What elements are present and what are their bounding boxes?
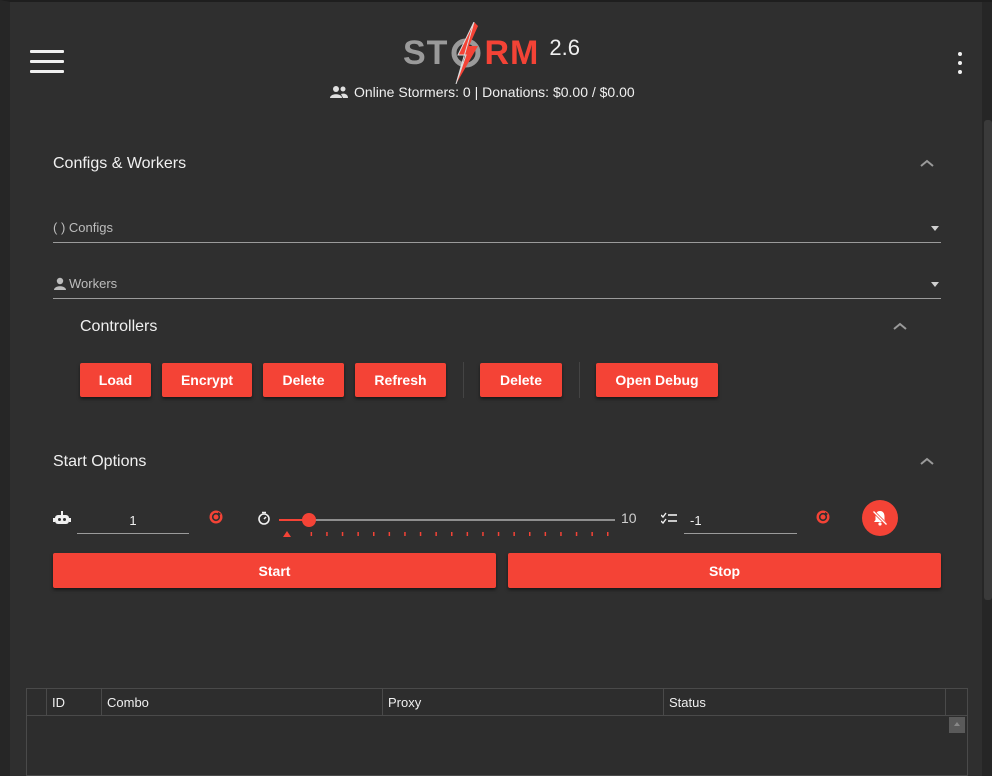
online-status-text: Online Stormers: 0 | Donations: $0.00 / … xyxy=(354,84,635,100)
column-header-status[interactable]: Status xyxy=(664,689,946,715)
chevron-down-icon xyxy=(931,226,939,231)
delay-slider-ticks xyxy=(283,531,609,537)
slider-tick xyxy=(607,532,609,536)
stop-button[interactable]: Stop xyxy=(508,553,941,588)
slider-tick xyxy=(451,532,453,536)
people-icon xyxy=(330,86,348,98)
logo-right-text: RM xyxy=(484,33,540,72)
window-scrollbar-thumb[interactable] xyxy=(984,120,992,600)
storm-logo: ST RM 2.6 xyxy=(403,21,580,85)
version-label: 2.6 xyxy=(549,35,580,60)
results-grid: ID Combo Proxy Status xyxy=(26,688,968,776)
slider-active-tick xyxy=(283,531,291,537)
encrypt-button[interactable]: Encrypt xyxy=(162,363,252,397)
slider-tick xyxy=(513,532,515,536)
load-button[interactable]: Load xyxy=(80,363,151,397)
slider-tick xyxy=(466,532,469,536)
slider-tick xyxy=(482,532,484,536)
timer-icon xyxy=(258,511,270,525)
slider-tick xyxy=(544,532,547,536)
list-icon xyxy=(661,512,677,524)
delay-slider-track[interactable] xyxy=(279,519,615,521)
slider-tick xyxy=(591,532,593,536)
slider-tick xyxy=(357,532,359,536)
chevron-up-icon[interactable] xyxy=(919,158,935,168)
slider-tick xyxy=(373,532,375,536)
column-header-proxy[interactable]: Proxy xyxy=(383,689,664,715)
slider-tick xyxy=(326,532,328,536)
online-status: Online Stormers: 0 | Donations: $0.00 / … xyxy=(330,84,635,100)
slider-tick xyxy=(560,532,562,536)
grid-scroll-up-button[interactable] xyxy=(947,716,967,734)
column-header-combo[interactable]: Combo xyxy=(102,689,383,715)
controllers-title: Controllers xyxy=(80,318,158,335)
delete-worker-button[interactable]: Delete xyxy=(480,363,562,397)
refresh-icon[interactable] xyxy=(816,510,830,524)
slider-max-label: 10 xyxy=(621,510,637,526)
menu-icon[interactable] xyxy=(30,50,64,74)
chevron-up-icon[interactable] xyxy=(892,321,908,331)
configs-label: ( ) Configs xyxy=(53,220,113,235)
robot-icon xyxy=(53,511,71,524)
grid-row-selector-header xyxy=(27,689,47,715)
retries-input[interactable]: -1 xyxy=(684,508,797,534)
slider-tick xyxy=(404,532,406,536)
chevron-up-icon[interactable] xyxy=(919,456,935,466)
logo-left-text: ST xyxy=(403,33,449,72)
bell-off-icon xyxy=(872,510,888,526)
delay-slider-thumb[interactable] xyxy=(302,513,316,527)
bots-value: 1 xyxy=(129,513,137,528)
open-debug-button[interactable]: Open Debug xyxy=(596,363,718,397)
start-options-title: Start Options xyxy=(53,453,147,470)
divider xyxy=(463,362,464,398)
slider-tick xyxy=(341,532,344,536)
workers-select[interactable]: Workers xyxy=(53,269,941,299)
storm-bolt-icon xyxy=(448,21,484,85)
divider xyxy=(579,362,580,398)
slider-tick xyxy=(388,532,391,536)
chevron-down-icon xyxy=(931,282,939,287)
slider-tick xyxy=(529,532,531,536)
refresh-icon[interactable] xyxy=(209,510,223,524)
slider-tick xyxy=(497,532,500,536)
header: ST RM 2.6 Online Stormers: 0 | Donations… xyxy=(10,2,982,112)
notifications-toggle[interactable] xyxy=(862,500,898,536)
more-vert-icon[interactable] xyxy=(956,52,964,74)
configs-select[interactable]: ( ) Configs xyxy=(53,213,941,243)
worker-icon xyxy=(54,277,66,290)
grid-header: ID Combo Proxy Status xyxy=(27,689,967,716)
workers-label: Workers xyxy=(69,276,118,291)
retries-value: -1 xyxy=(690,513,702,528)
slider-tick xyxy=(310,532,313,536)
bots-input[interactable]: 1 xyxy=(77,508,189,534)
slider-tick xyxy=(419,532,422,536)
delete-config-button[interactable]: Delete xyxy=(263,363,344,397)
slider-tick xyxy=(575,532,578,536)
configs-workers-title: Configs & Workers xyxy=(53,155,187,172)
column-header-id[interactable]: ID xyxy=(47,689,102,715)
start-button[interactable]: Start xyxy=(53,553,496,588)
slider-tick xyxy=(435,532,437,536)
refresh-button[interactable]: Refresh xyxy=(355,363,446,397)
